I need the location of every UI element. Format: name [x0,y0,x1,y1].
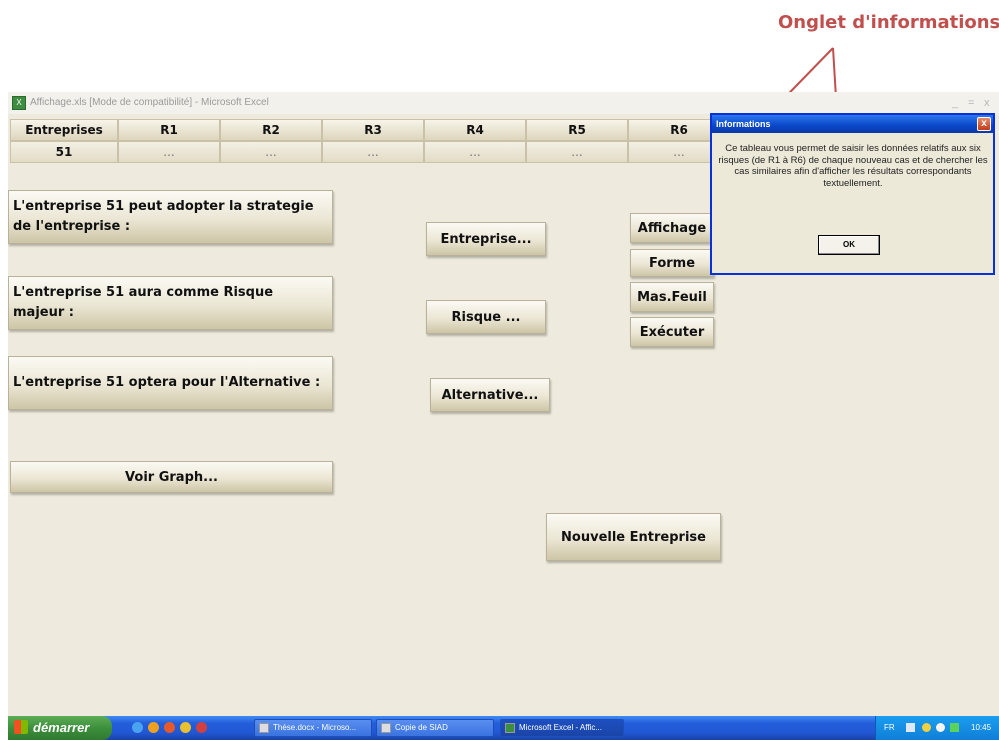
title-bar: X Affichage.xls [Mode de compatibilité] … [8,92,999,114]
folder-icon [381,723,391,733]
executer-button[interactable]: Exécuter [630,317,714,347]
header-r1: R1 [118,119,220,141]
maximize-button[interactable]: = [968,92,974,114]
mas-feuil-button[interactable]: Mas.Feuil [630,282,714,312]
cell-r1[interactable]: ... [118,141,220,163]
quicklaunch-icon-5[interactable] [196,722,207,733]
strategy-statement-text: L'entreprise 51 peut adopter la strategi… [13,199,314,234]
excel-icon: X [12,96,26,110]
clock: 10:45 [971,723,992,732]
tray-icon-1[interactable] [906,723,915,732]
start-button[interactable]: démarrer [8,716,112,740]
taskbar: démarrer Thèse.docx - Microso... Copie d… [8,716,999,740]
header-r4: R4 [424,119,526,141]
informations-dialog: Informations x Ce tableau vous permet de… [710,113,995,275]
risque-button[interactable]: Risque ... [426,300,546,334]
tray-icon-3[interactable] [936,723,945,732]
system-tray: FR 10:45 [875,716,999,740]
alternative-button[interactable]: Alternative... [430,378,550,412]
risk-statement-text: L'entreprise 51 aura comme Risque majeur… [13,285,274,320]
cell-r3[interactable]: ... [322,141,424,163]
task-word-label: Thèse.docx - Microso... [273,723,357,732]
word-doc-icon [259,723,269,733]
task-word[interactable]: Thèse.docx - Microso... [254,719,372,737]
minimize-button[interactable]: _ [952,92,958,114]
language-indicator[interactable]: FR [884,716,895,740]
task-excel-label: Microsoft Excel - Affic... [519,723,602,732]
windows-logo-icon [14,720,28,734]
task-siad[interactable]: Copie de SIAD [376,719,494,737]
annotation-label: Onglet d'informations [778,12,999,33]
tray-icon-2[interactable] [922,723,931,732]
dialog-ok-button[interactable]: OK [818,235,880,255]
header-entreprises: Entreprises [10,119,118,141]
header-r2: R2 [220,119,322,141]
dialog-title: Informations [716,119,771,129]
risk-statement: L'entreprise 51 aura comme Risque majeur… [8,276,333,330]
header-r3: R3 [322,119,424,141]
tray-icon-4[interactable] [950,723,959,732]
window-title: Affichage.xls [Mode de compatibilité] - … [30,97,269,108]
quicklaunch-icon-2[interactable] [148,722,159,733]
dialog-message: Ce tableau vous permet de saisir les don… [718,143,988,189]
dialog-title-bar: Informations x [712,115,993,133]
dialog-close-icon[interactable]: x [977,117,991,131]
affichage-button[interactable]: Affichage [630,213,714,243]
alternative-statement-text: L'entreprise 51 optera pour l'Alternativ… [13,375,321,390]
strategy-statement: L'entreprise 51 peut adopter la strategi… [8,190,333,244]
nouvelle-entreprise-button[interactable]: Nouvelle Entreprise [546,513,721,561]
header-r5: R5 [526,119,628,141]
forme-button[interactable]: Forme [630,249,714,277]
firefox-icon[interactable] [164,722,175,733]
task-excel[interactable]: Microsoft Excel - Affic... [500,719,624,737]
close-window-button[interactable]: x [984,92,990,114]
start-label: démarrer [33,720,90,735]
cell-entreprise-id[interactable]: 51 [10,141,118,163]
ie-icon[interactable] [132,722,143,733]
alternative-statement: L'entreprise 51 optera pour l'Alternativ… [8,356,333,410]
quicklaunch-icon-4[interactable] [180,722,191,733]
cell-r5[interactable]: ... [526,141,628,163]
entreprise-button[interactable]: Entreprise... [426,222,546,256]
cell-r2[interactable]: ... [220,141,322,163]
excel-task-icon [505,723,515,733]
cell-r4[interactable]: ... [424,141,526,163]
task-siad-label: Copie de SIAD [395,723,448,732]
voir-graph-button[interactable]: Voir Graph... [10,461,333,493]
